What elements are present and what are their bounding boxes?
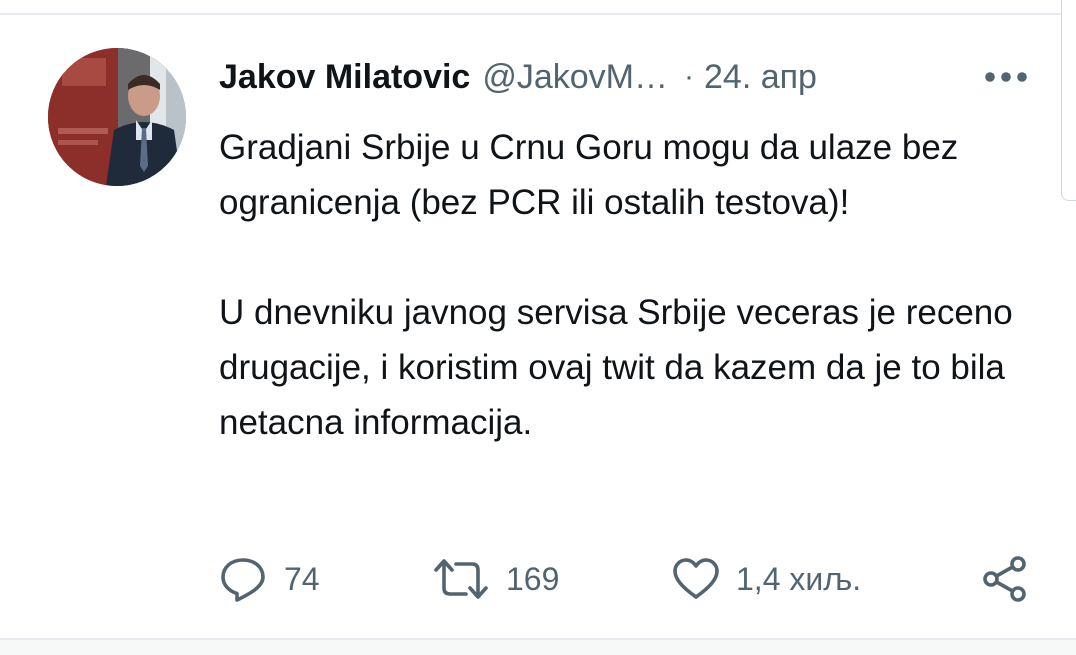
- like-count: 1,4 хиљ.: [736, 560, 862, 597]
- more-options-button[interactable]: [980, 58, 1032, 96]
- share-icon: [983, 556, 1026, 602]
- avatar-image: [48, 48, 186, 186]
- retweet-icon: [434, 559, 488, 599]
- tweet-card: Jakov Milatovic @JakovM… · 24. апр Gradj…: [0, 0, 1076, 655]
- author-handle[interactable]: @JakovM…: [482, 58, 668, 97]
- header-separator: ·: [684, 60, 694, 93]
- like-button[interactable]: 1,4 хиљ.: [672, 552, 861, 606]
- bottom-divider: [0, 638, 1076, 655]
- scrollbar[interactable]: [1061, 0, 1076, 201]
- reply-count: 74: [284, 560, 320, 597]
- retweet-count: 169: [506, 560, 560, 597]
- tweet-actions: 74 169 1,4 хиљ.: [0, 552, 1076, 606]
- more-dots-icon: [985, 72, 1027, 82]
- tweet-text: Gradjani Srbije u Crnu Goru mogu da ulaz…: [219, 120, 1039, 450]
- share-button[interactable]: [980, 552, 1030, 606]
- avatar[interactable]: [48, 48, 186, 186]
- tweet-header: Jakov Milatovic @JakovM… · 24. апр: [219, 52, 817, 102]
- tweet-paragraph-1: Gradjani Srbije u Crnu Goru mogu da ulaz…: [219, 128, 959, 222]
- reply-button[interactable]: 74: [218, 552, 320, 606]
- top-divider: [0, 0, 1062, 15]
- retweet-button[interactable]: 169: [432, 552, 559, 606]
- tweet-paragraph-2: U dnevniku javnog servisa Srbije veceras…: [219, 293, 1013, 442]
- heart-icon: [673, 558, 719, 599]
- tweet-timestamp[interactable]: 24. апр: [704, 58, 817, 97]
- author-name[interactable]: Jakov Milatovic: [219, 58, 470, 97]
- reply-icon: [221, 558, 265, 602]
